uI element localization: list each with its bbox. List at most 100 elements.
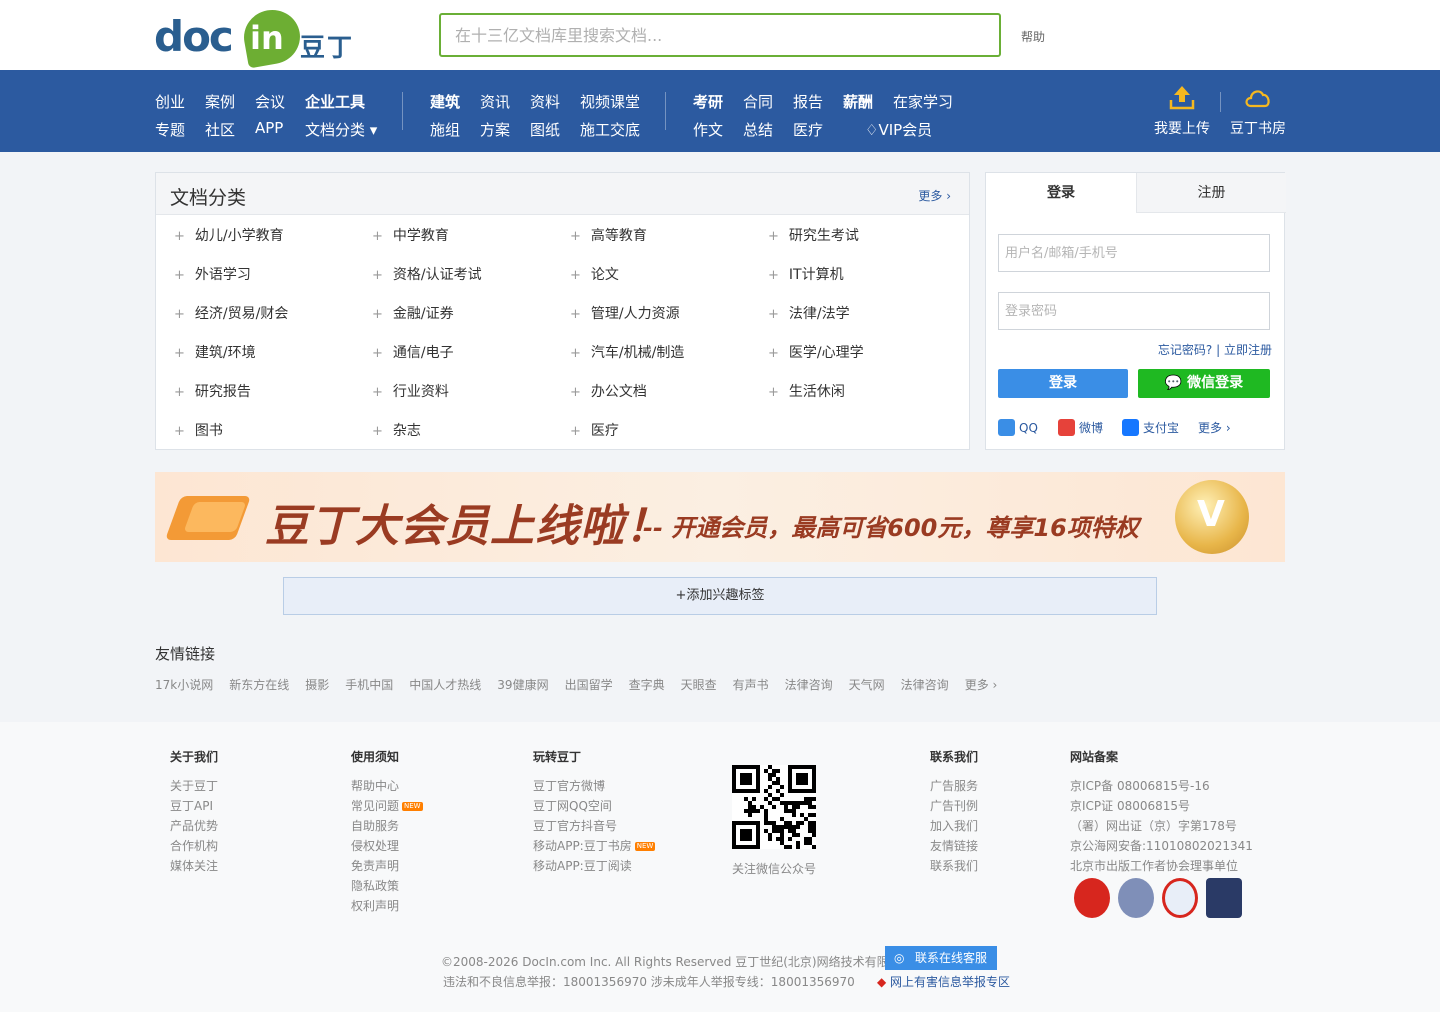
footer-link[interactable]: 豆丁网QQ空间 [533, 799, 655, 813]
category-item[interactable]: + 行业资料 [372, 381, 449, 401]
footer-link[interactable]: 豆丁API [170, 799, 218, 813]
category-item[interactable]: + 办公文档 [570, 381, 647, 401]
nav-fangan[interactable]: 方案 [480, 119, 510, 140]
category-item[interactable]: + 外语学习 [174, 264, 251, 284]
footer-link[interactable]: 豆丁官方微博 [533, 779, 655, 793]
footer-link[interactable]: 京ICP证 08006815号 [1070, 799, 1253, 813]
footer-link[interactable]: 合作机构 [170, 839, 218, 853]
police-emblem-icon[interactable] [1118, 878, 1155, 918]
friend-link[interactable]: 新东方在线 [229, 678, 289, 692]
footer-link[interactable]: 友情链接 [930, 839, 978, 853]
category-item[interactable]: + 幼儿/小学教育 [174, 225, 284, 245]
nav-anli[interactable]: 案例 [205, 91, 235, 112]
category-item[interactable]: + 医学/心理学 [768, 342, 864, 362]
friend-link[interactable]: 查字典 [629, 678, 665, 692]
category-more-link[interactable]: 更多 › [918, 187, 951, 204]
category-item[interactable]: + 论文 [570, 264, 619, 284]
category-item[interactable]: + 资格/认证考试 [372, 264, 482, 284]
footer-link[interactable]: 北京市出版工作者协会理事单位 [1070, 859, 1253, 873]
friend-link[interactable]: 天眼查 [681, 678, 717, 692]
category-item[interactable]: + 高等教育 [570, 225, 647, 245]
nav-xinchou[interactable]: 薪酬 [843, 91, 873, 112]
friend-link[interactable]: 39健康网 [497, 678, 548, 692]
footer-link[interactable]: 移动APP:豆丁书房 NEW [533, 839, 656, 853]
social-alipay[interactable]: 支付宝 [1122, 419, 1179, 436]
nav-zuowen[interactable]: 作文 [693, 119, 723, 140]
social-more[interactable]: 更多 › [1198, 419, 1231, 436]
footer-link[interactable]: 广告刊例 [930, 799, 978, 813]
nav-qiye-tools[interactable]: 企业工具 [305, 91, 365, 112]
friend-link[interactable]: 法律咨询 [785, 678, 833, 692]
nav-jiaodi[interactable]: 施工交底 [580, 119, 640, 140]
nav-hetong[interactable]: 合同 [743, 91, 773, 112]
nav-shizu[interactable]: 施组 [430, 119, 460, 140]
report-emblem-icon[interactable] [1162, 878, 1199, 918]
footer-link[interactable]: 隐私政策 [351, 879, 423, 893]
social-qq[interactable]: QQ [998, 419, 1038, 436]
footer-link[interactable]: 常见问题 NEW [351, 799, 423, 813]
friend-link[interactable]: 17k小说网 [155, 678, 213, 692]
nav-yiliao[interactable]: 医疗 [793, 119, 823, 140]
search-input[interactable] [441, 15, 999, 55]
footer-link[interactable]: 关于豆丁 [170, 779, 218, 793]
category-item[interactable]: + 研究报告 [174, 381, 251, 401]
footer-link[interactable]: 媒体关注 [170, 859, 218, 873]
footer-link[interactable]: 京ICP备 08006815号-16 [1070, 779, 1253, 793]
online-service-button[interactable]: ◎ 联系在线客服 [885, 946, 997, 970]
category-item[interactable]: + 金融/证券 [372, 303, 454, 323]
category-item[interactable]: + 杂志 [372, 420, 421, 440]
tab-login[interactable]: 登录 [986, 173, 1136, 213]
category-item[interactable]: + 研究生考试 [768, 225, 859, 245]
police-officer-icon[interactable] [1206, 878, 1243, 918]
friend-link[interactable]: 摄影 [305, 678, 329, 692]
wechat-login-button[interactable]: 💬 微信登录 [1138, 369, 1270, 398]
category-item[interactable]: + 生活休闲 [768, 381, 845, 401]
footer-link[interactable]: 广告服务 [930, 779, 978, 793]
nav-huiyi[interactable]: 会议 [255, 91, 285, 112]
friend-link[interactable]: 出国留学 [565, 678, 613, 692]
nav-app[interactable]: APP [255, 119, 283, 137]
footer-link[interactable]: 移动APP:豆丁阅读 [533, 859, 655, 873]
login-button[interactable]: 登录 [998, 369, 1128, 398]
category-item[interactable]: + 医疗 [570, 420, 619, 440]
category-item[interactable]: + 中学教育 [372, 225, 449, 245]
publisher-emblem-icon[interactable] [1074, 878, 1110, 918]
nav-zhuanti[interactable]: 专题 [155, 119, 185, 140]
footer-link[interactable]: 侵权处理 [351, 839, 423, 853]
category-item[interactable]: + 建筑/环境 [174, 342, 256, 362]
friend-link[interactable]: 天气网 [849, 678, 885, 692]
upload-button[interactable]: 我要上传 [1152, 84, 1212, 138]
category-item[interactable]: + 图书 [174, 420, 223, 440]
forgot-password-link[interactable]: 忘记密码? [1158, 343, 1212, 357]
nav-tuzhi[interactable]: 图纸 [530, 119, 560, 140]
friend-link[interactable]: 有声书 [733, 678, 769, 692]
nav-video[interactable]: 视频课堂 [580, 91, 640, 112]
add-interest-button[interactable]: +添加兴趣标签 [283, 577, 1157, 615]
footer-link[interactable]: 产品优势 [170, 819, 218, 833]
register-now-link[interactable]: 立即注册 [1224, 343, 1272, 357]
nav-vip[interactable]: ♢VIP会员 [865, 119, 932, 140]
harmful-info-link[interactable]: ◆ 网上有害信息举报专区 [877, 973, 1010, 990]
category-item[interactable]: + 通信/电子 [372, 342, 454, 362]
footer-link[interactable]: 权利声明 [351, 899, 423, 913]
vip-banner[interactable]: 豆丁大会员上线啦！ -- 开通会员，最高可省600元，尊享16项特权 V [155, 472, 1285, 562]
footer-link[interactable]: 加入我们 [930, 819, 978, 833]
nav-doc-category[interactable]: 文档分类 ▾ [305, 119, 377, 140]
category-item[interactable]: + 汽车/机械/制造 [570, 342, 684, 362]
footer-link[interactable]: 京公海网安备:11010802021341 [1070, 839, 1253, 853]
help-link[interactable]: 帮助 [1021, 28, 1045, 45]
footer-link[interactable]: 免责声明 [351, 859, 423, 873]
docin-logo[interactable]: doc in 豆丁 [154, 5, 354, 69]
category-item[interactable]: + IT计算机 [768, 264, 844, 284]
tab-register[interactable]: 注册 [1136, 173, 1286, 213]
username-input[interactable] [999, 235, 1269, 271]
friend-link[interactable]: 中国人才热线 [409, 678, 481, 692]
category-item[interactable]: + 法律/法学 [768, 303, 850, 323]
footer-link[interactable]: 自助服务 [351, 819, 423, 833]
friend-links-more[interactable]: 更多 › [965, 678, 998, 692]
friend-link[interactable]: 手机中国 [345, 678, 393, 692]
nav-zixun[interactable]: 资讯 [480, 91, 510, 112]
footer-link[interactable]: 豆丁官方抖音号 [533, 819, 655, 833]
footer-link[interactable]: 联系我们 [930, 859, 978, 873]
footer-link[interactable]: 帮助中心 [351, 779, 423, 793]
